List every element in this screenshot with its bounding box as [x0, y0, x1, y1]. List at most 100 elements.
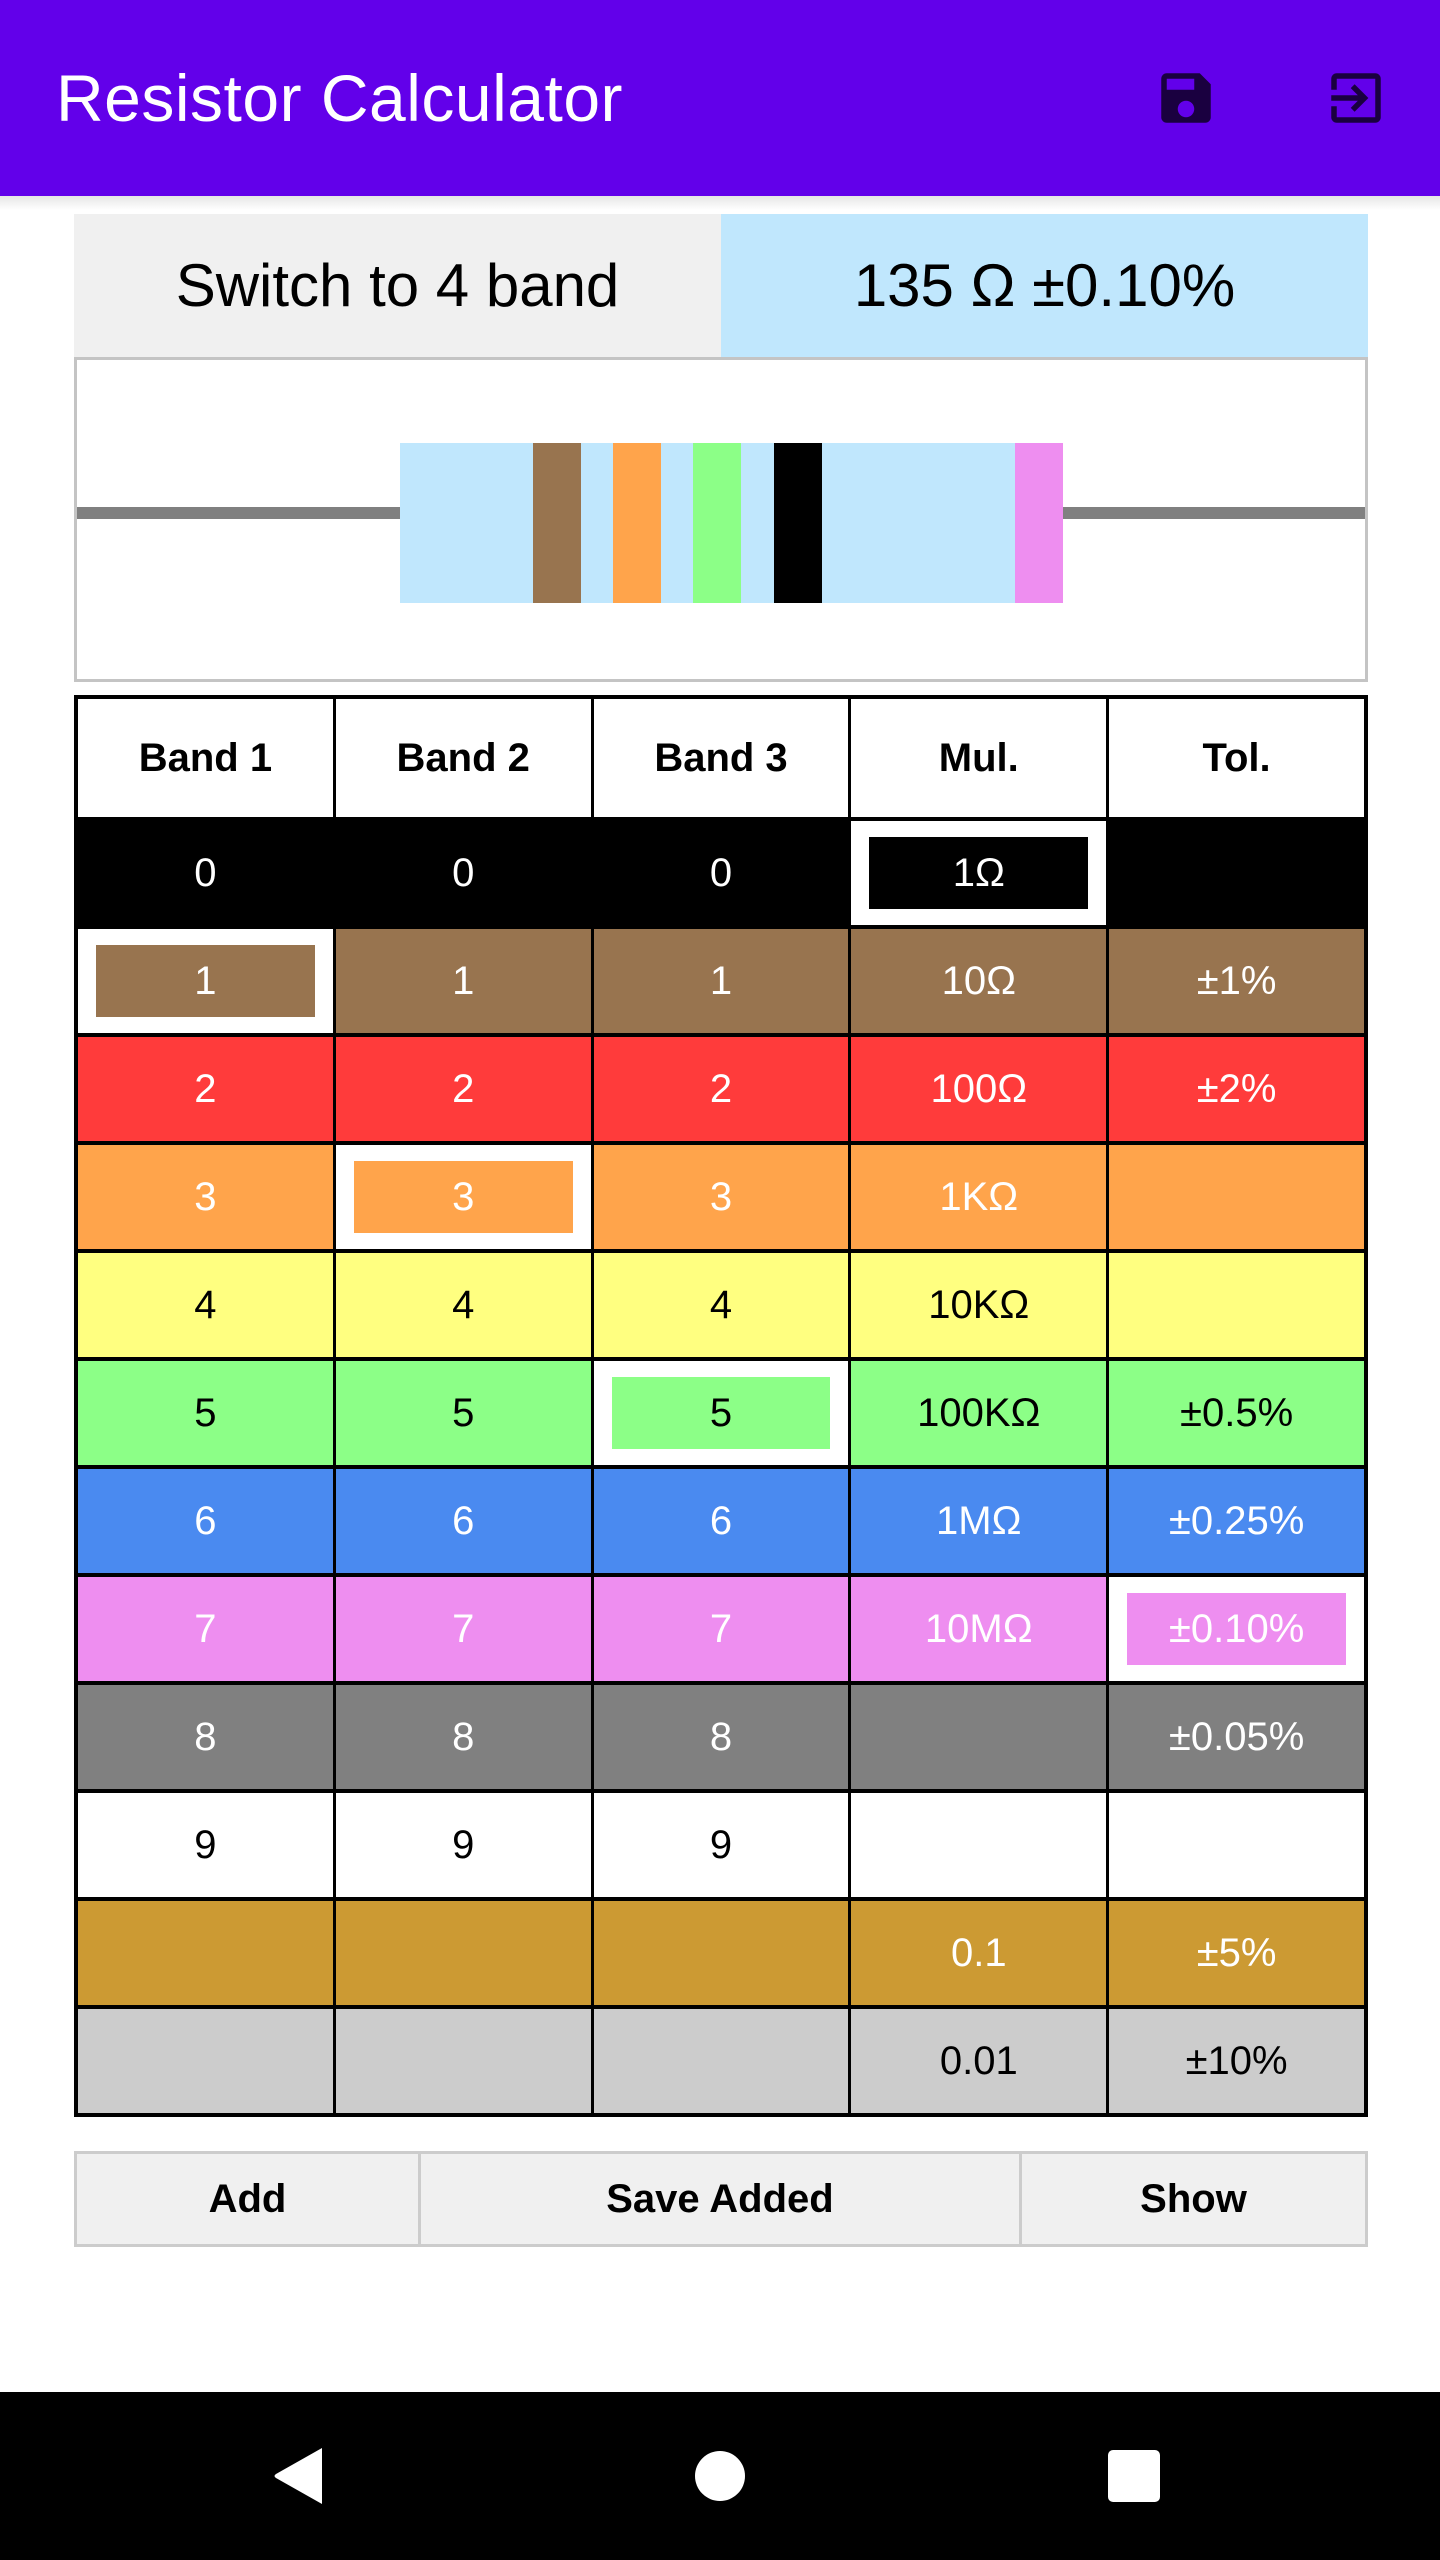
band-option-cell[interactable]: 2 [335, 1037, 594, 1141]
band-option-cell[interactable]: ±0.05% [1109, 1685, 1364, 1789]
band-option-cell[interactable]: 8 [593, 1685, 852, 1789]
band-option-cell[interactable] [78, 1901, 336, 2005]
band-option-cell[interactable]: 6 [335, 1469, 594, 1573]
column-header: Band 3 [593, 699, 852, 817]
nav-home-button[interactable] [680, 2436, 760, 2516]
band-option-cell[interactable]: 0.01 [851, 2009, 1110, 2113]
selected-band-indicator: 5 [611, 1377, 831, 1449]
band-option-cell[interactable] [851, 1793, 1110, 1897]
band-option-cell[interactable] [1109, 821, 1364, 925]
band-option-cell[interactable] [335, 2009, 594, 2113]
column-header: Band 1 [78, 699, 336, 817]
app-title: Resistor Calculator [56, 61, 624, 135]
band-option-cell[interactable]: 100KΩ [851, 1361, 1110, 1465]
band-option-cell[interactable]: 0 [335, 821, 594, 925]
band-option-cell[interactable]: 7 [335, 1577, 594, 1681]
band-option-cell[interactable] [1109, 1145, 1364, 1249]
band-option-cell[interactable]: 1KΩ [851, 1145, 1110, 1249]
band-option-cell[interactable] [593, 1901, 852, 2005]
band-option-cell[interactable] [78, 2009, 336, 2113]
band-option-cell[interactable]: 2 [593, 1037, 852, 1141]
table-row: 8 8 8 ±0.05% [78, 1685, 1364, 1793]
table-row: 5 5 5 100KΩ ±0.5% [78, 1361, 1364, 1469]
band-option-cell[interactable] [593, 2009, 852, 2113]
selected-band-indicator: 3 [353, 1161, 573, 1233]
band-option-cell[interactable]: 1 [593, 929, 852, 1033]
show-button[interactable]: Show [1022, 2154, 1365, 2244]
recents-icon [1108, 2450, 1160, 2502]
table-row: 6 6 6 1MΩ ±0.25% [78, 1469, 1364, 1577]
band-option-cell[interactable]: 4 [593, 1253, 852, 1357]
action-bar: Add Save Added Show [74, 2151, 1368, 2247]
band-option-cell[interactable]: ±0.25% [1109, 1469, 1364, 1573]
band-option-cell[interactable]: 10Ω [851, 929, 1110, 1033]
band-option-cell[interactable]: 3 [593, 1145, 852, 1249]
app-bar-shadow [0, 196, 1440, 210]
band-option-cell[interactable]: 0 [78, 821, 336, 925]
nav-recents-button[interactable] [1094, 2436, 1174, 2516]
band-option-cell[interactable]: 3 [78, 1145, 336, 1249]
band-option-cell[interactable]: 4 [335, 1253, 594, 1357]
band-option-cell[interactable]: 10KΩ [851, 1253, 1110, 1357]
band-option-cell[interactable] [851, 1685, 1110, 1789]
nav-back-button[interactable] [260, 2436, 340, 2516]
exit-button[interactable] [1316, 58, 1396, 138]
band-option-cell[interactable] [335, 1901, 594, 2005]
band-option-cell[interactable]: ±0.10% [1109, 1577, 1364, 1681]
table-row: 0 0 0 1Ω [78, 821, 1364, 929]
band-option-cell[interactable]: 8 [78, 1685, 336, 1789]
band-option-cell[interactable]: ±5% [1109, 1901, 1364, 2005]
resistor-band-3 [693, 443, 741, 603]
band-option-cell[interactable]: 5 [593, 1361, 852, 1465]
band-option-cell[interactable]: 9 [593, 1793, 852, 1897]
band-option-cell[interactable]: 5 [78, 1361, 336, 1465]
home-icon [695, 2451, 745, 2501]
save-button[interactable] [1146, 58, 1226, 138]
table-row: 2 2 2 100Ω ±2% [78, 1037, 1364, 1145]
band-option-cell[interactable]: ±2% [1109, 1037, 1364, 1141]
resistance-result: 135 Ω ±0.10% [721, 214, 1368, 357]
band-option-cell[interactable]: ±0.5% [1109, 1361, 1364, 1465]
column-header: Mul. [851, 699, 1110, 817]
band-option-cell[interactable]: 6 [593, 1469, 852, 1573]
resistor-band-1 [533, 443, 581, 603]
resistor-lead-right [1047, 507, 1365, 519]
band-option-cell[interactable] [1109, 1793, 1364, 1897]
band-option-cell[interactable]: 6 [78, 1469, 336, 1573]
table-row: 4 4 4 10KΩ [78, 1253, 1364, 1361]
band-option-cell[interactable]: 1 [78, 929, 336, 1033]
band-option-cell[interactable]: 5 [335, 1361, 594, 1465]
selected-band-indicator: ±0.10% [1127, 1593, 1346, 1665]
table-row: 1 1 1 10Ω ±1% [78, 929, 1364, 1037]
band-option-cell[interactable]: 1MΩ [851, 1469, 1110, 1573]
band-option-cell[interactable]: 7 [78, 1577, 336, 1681]
save-added-button[interactable]: Save Added [421, 2154, 1022, 2244]
resistor-tolerance [1015, 443, 1063, 603]
band-option-cell[interactable] [1109, 1253, 1364, 1357]
band-option-cell[interactable]: 4 [78, 1253, 336, 1357]
column-header: Tol. [1109, 699, 1364, 817]
band-option-cell[interactable]: 100Ω [851, 1037, 1110, 1141]
resistor-visual [74, 357, 1368, 682]
band-option-cell[interactable]: 9 [78, 1793, 336, 1897]
system-nav-bar [0, 2392, 1440, 2560]
band-option-cell[interactable]: 7 [593, 1577, 852, 1681]
band-option-cell[interactable]: 9 [335, 1793, 594, 1897]
band-option-cell[interactable]: ±1% [1109, 929, 1364, 1033]
band-option-cell[interactable]: 2 [78, 1037, 336, 1141]
band-option-cell[interactable]: 0.1 [851, 1901, 1110, 2005]
switch-band-button[interactable]: Switch to 4 band [74, 214, 721, 357]
band-option-cell[interactable]: 8 [335, 1685, 594, 1789]
band-option-cell[interactable]: 1Ω [851, 821, 1110, 925]
resistor-body [400, 443, 1063, 603]
column-header: Band 2 [335, 699, 594, 817]
resistor-multiplier [774, 443, 822, 603]
band-option-cell[interactable]: 1 [335, 929, 594, 1033]
band-option-cell[interactable]: 3 [335, 1145, 594, 1249]
band-option-cell[interactable]: 10MΩ [851, 1577, 1110, 1681]
band-option-cell[interactable]: 0 [593, 821, 852, 925]
band-option-cell[interactable]: ±10% [1109, 2009, 1364, 2113]
table-row: 0.1 ±5% [78, 1901, 1364, 2009]
selected-band-indicator: 1Ω [869, 837, 1089, 909]
add-button[interactable]: Add [77, 2154, 421, 2244]
